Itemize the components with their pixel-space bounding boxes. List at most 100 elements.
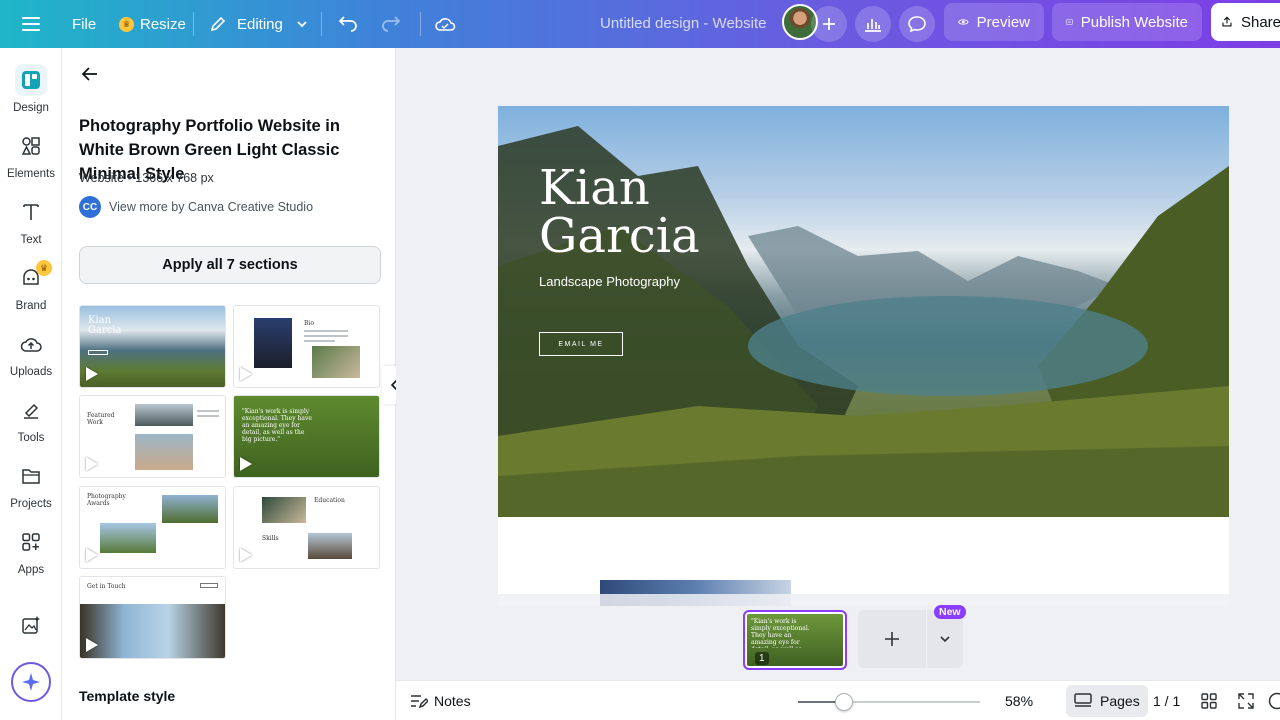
- undo-icon: [338, 16, 357, 32]
- comments-button[interactable]: [899, 6, 935, 42]
- notes-button[interactable]: Notes: [410, 681, 471, 720]
- share-button[interactable]: Share: [1211, 3, 1280, 41]
- help-button[interactable]: [1268, 681, 1280, 720]
- hero-section[interactable]: Kian Garcia Landscape Photography EMAIL …: [498, 106, 1229, 517]
- document-title[interactable]: Untitled design - Website: [600, 0, 766, 48]
- new-badge: New: [934, 605, 966, 619]
- hamburger-icon: [22, 17, 40, 31]
- email-me-button[interactable]: EMAIL ME: [539, 332, 623, 356]
- thumb-portrait: [254, 318, 292, 368]
- section-thumbnail-contact[interactable]: Get in Touch: [79, 576, 226, 659]
- tools-icon: [15, 394, 47, 426]
- back-button[interactable]: [76, 62, 104, 86]
- projects-icon: [15, 460, 47, 492]
- rail-item-elements[interactable]: Elements: [0, 130, 62, 190]
- pages-icon: [1074, 693, 1092, 707]
- design-page[interactable]: Kian Garcia Landscape Photography EMAIL …: [498, 106, 1229, 606]
- rail-item-label: Brand: [15, 300, 47, 312]
- publish-website-button[interactable]: Publish Website: [1052, 3, 1202, 41]
- left-rail: Design Elements Text ♛ Brand Uploads Too…: [0, 48, 62, 720]
- zoom-slider[interactable]: [798, 693, 980, 711]
- rail-item-projects[interactable]: Projects: [0, 460, 62, 520]
- page-counter[interactable]: 1 / 1: [1153, 681, 1180, 720]
- section-thumbnail-education[interactable]: Education Skills: [233, 486, 380, 569]
- rail-item-uploads[interactable]: Uploads: [0, 328, 62, 388]
- thumb-title: Bio: [304, 320, 314, 327]
- rail-item-apps[interactable]: Apps: [0, 526, 62, 586]
- pages-button[interactable]: Pages: [1066, 685, 1148, 717]
- rail-item-text[interactable]: Text: [0, 196, 62, 256]
- resize-button[interactable]: ♛ Resize: [119, 0, 186, 48]
- thumb-text-lines: [197, 410, 219, 420]
- publish-icon: [1066, 19, 1073, 25]
- template-style-heading: Template style: [79, 688, 176, 704]
- main-menu-button[interactable]: [22, 0, 40, 48]
- template-meta: Website • 1366 x 768 px: [79, 171, 214, 185]
- thumb-text-lines: [304, 330, 348, 345]
- preview-label: Preview: [976, 13, 1030, 31]
- zoom-level[interactable]: 58%: [1005, 681, 1033, 720]
- notes-label: Notes: [434, 693, 471, 709]
- add-page-button[interactable]: [858, 610, 926, 668]
- share-icon: [1222, 16, 1232, 27]
- thumb-title: Get in Touch: [87, 583, 126, 590]
- redo-icon: [382, 16, 401, 32]
- zoom-slider-handle[interactable]: [834, 693, 853, 711]
- rail-item-design[interactable]: Design: [0, 64, 62, 124]
- fullscreen-button[interactable]: [1238, 681, 1254, 720]
- apply-all-sections-button[interactable]: Apply all 7 sections: [79, 246, 381, 284]
- editing-mode-dropdown[interactable]: Editing: [209, 0, 309, 48]
- thumb-photo: [100, 523, 156, 553]
- thumb-title: Featured Work: [87, 412, 115, 426]
- grid-view-button[interactable]: [1201, 681, 1217, 720]
- preview-button[interactable]: Preview: [944, 3, 1044, 41]
- page-thumbnail-text: "Kian's work is simply exceptional. They…: [751, 618, 810, 648]
- section-thumbnail-hero[interactable]: Kian Garcia: [79, 305, 226, 388]
- thumb-photo: [162, 495, 218, 523]
- play-icon: [240, 457, 252, 471]
- thumb-photo: [135, 434, 193, 470]
- magic-media-icon: [15, 610, 47, 640]
- hero-name[interactable]: Kian Garcia: [539, 164, 739, 260]
- pencil-icon: [210, 16, 226, 32]
- rail-item-label: Apps: [17, 564, 45, 576]
- rail-item-magic-media[interactable]: [0, 610, 62, 640]
- rail-item-brand[interactable]: ♛ Brand: [0, 260, 62, 322]
- thumb-button: [200, 583, 218, 588]
- page-thumbnail[interactable]: "Kian's work is simply exceptional. They…: [743, 610, 847, 670]
- thumb-photo: [80, 604, 225, 658]
- hero-subtitle[interactable]: Landscape Photography: [539, 274, 680, 289]
- rail-item-label: Tools: [17, 432, 45, 444]
- design-icon: [15, 64, 47, 96]
- section-thumbnail-featured-work[interactable]: Featured Work: [79, 395, 226, 478]
- invite-button[interactable]: [811, 6, 847, 42]
- thumb-photo: [312, 346, 360, 378]
- rail-item-tools[interactable]: Tools: [0, 394, 62, 454]
- top-bar: File ♛ Resize Editing Untitled design - …: [0, 0, 1280, 48]
- insights-button[interactable]: [855, 6, 891, 42]
- plus-icon: [823, 18, 835, 30]
- thumb-photo: [262, 497, 306, 523]
- cloud-save-status[interactable]: [434, 0, 456, 48]
- crown-icon: ♛: [36, 260, 52, 276]
- section-thumbnail-testimonial[interactable]: "Kian's work is simply exceptional. They…: [233, 395, 380, 478]
- creator-link[interactable]: CC View more by Canva Creative Studio: [79, 196, 313, 218]
- thumb-title: Education: [314, 497, 345, 504]
- section-thumbnail-bio[interactable]: Bio: [233, 305, 380, 388]
- redo-button[interactable]: [381, 0, 401, 48]
- file-menu-button[interactable]: File: [72, 0, 96, 48]
- page-number-badge: 1: [755, 652, 769, 665]
- play-icon: [240, 367, 252, 381]
- share-label: Share: [1240, 13, 1280, 31]
- file-label: File: [72, 15, 97, 33]
- magic-assistant-button[interactable]: [11, 662, 51, 702]
- chevron-down-icon: [940, 636, 950, 643]
- rail-item-label: Design: [13, 102, 49, 114]
- play-icon: [240, 548, 252, 562]
- resize-label: Resize: [140, 15, 186, 33]
- section-thumbnail-awards[interactable]: Photography Awards: [79, 486, 226, 569]
- undo-button[interactable]: [338, 0, 358, 48]
- apps-icon: [15, 526, 47, 558]
- plus-icon: [885, 632, 899, 646]
- notes-icon: [411, 695, 428, 709]
